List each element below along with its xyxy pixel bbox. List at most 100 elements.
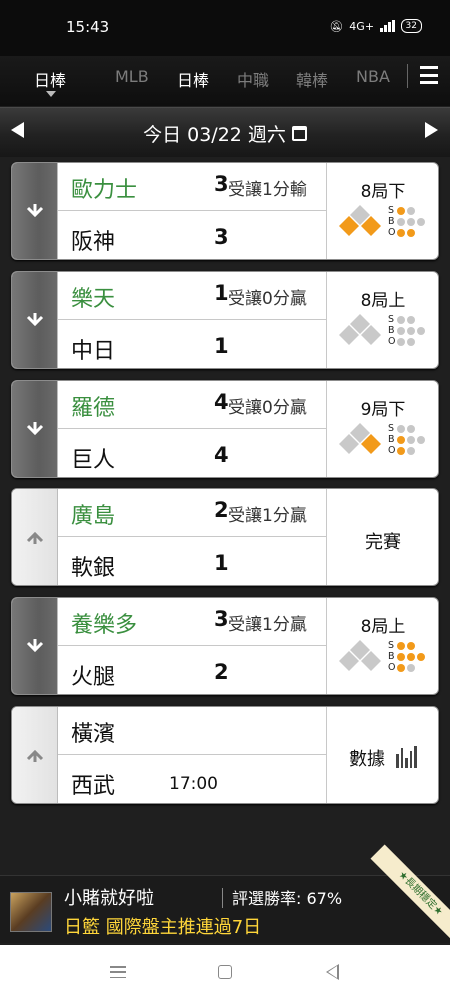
s-count-row: S <box>388 205 427 216</box>
back-icon[interactable] <box>326 964 339 980</box>
recent-apps-icon[interactable] <box>110 966 126 978</box>
o-dot <box>397 337 405 346</box>
o-dot <box>407 446 415 455</box>
tab-cpbl[interactable]: 中職 <box>237 67 269 91</box>
bases-diamond <box>339 205 381 236</box>
o-label: O <box>388 662 396 673</box>
chevron-down-icon <box>26 422 44 436</box>
game-card[interactable]: 樂天 中日 1 1 受讓0分贏 8局上 S B O <box>11 271 439 369</box>
s-dot <box>407 424 415 433</box>
game-card[interactable]: 養樂多 火腿 3 2 受讓1分贏 8局上 S B O <box>11 597 439 695</box>
chevron-up-icon <box>26 749 44 762</box>
date-label-wrap[interactable]: 今日 03/22 週六 <box>0 120 450 147</box>
b-count-row: B <box>388 651 427 662</box>
b-dot <box>417 435 425 444</box>
o-dot <box>407 663 415 672</box>
calendar-icon[interactable] <box>291 126 307 141</box>
expand-toggle[interactable] <box>12 489 58 585</box>
away-team-name: 樂天 <box>71 287 116 312</box>
inning-status: 9局下 <box>360 400 406 420</box>
expand-toggle[interactable] <box>12 272 58 368</box>
s-label: S <box>388 640 395 651</box>
s-count-row: S <box>388 423 427 434</box>
promo-tip: 日籃 國際盤主推連過7日 <box>64 917 262 938</box>
game-status: 完賽 <box>365 532 401 553</box>
b-label: B <box>388 434 395 445</box>
b-dot <box>417 217 425 226</box>
date-label: 今日 03/22 週六 <box>143 124 286 146</box>
tab-mlb[interactable]: MLB <box>115 67 149 86</box>
chevron-down-icon <box>26 313 44 327</box>
column-divider <box>326 381 327 477</box>
away-score: 1 <box>214 281 229 305</box>
clock: 15:43 <box>66 18 110 36</box>
away-score: 4 <box>214 390 229 414</box>
expand-toggle[interactable] <box>12 381 58 477</box>
menu-icon[interactable] <box>420 66 438 84</box>
handicap-result: 受讓0分贏 <box>228 289 307 309</box>
home-score: 1 <box>214 551 229 575</box>
o-dot <box>407 337 415 346</box>
handicap-result: 受讓0分贏 <box>228 398 307 418</box>
home-score: 4 <box>214 443 229 467</box>
home-team-name: 軟銀 <box>71 556 116 581</box>
game-card[interactable]: 羅德 巨人 4 4 受讓0分贏 9局下 S B O <box>11 380 439 478</box>
away-score: 3 <box>214 607 229 631</box>
handicap-result: 受讓1分輸 <box>228 180 307 200</box>
s-label: S <box>388 205 395 216</box>
home-score: 3 <box>214 225 229 249</box>
home-team-name: 西武 <box>71 774 116 799</box>
home-team-name: 阪神 <box>71 230 116 255</box>
bases-diamond <box>339 423 381 454</box>
expand-toggle[interactable] <box>12 707 58 803</box>
count-indicator: SBO <box>388 205 427 238</box>
date-bar: 今日 03/22 週六 <box>0 107 450 157</box>
s-dot <box>407 641 415 650</box>
tab-kbo[interactable]: 韓棒 <box>296 67 328 91</box>
b-count-row: B <box>388 434 427 445</box>
bar-chart-icon[interactable] <box>396 746 417 768</box>
b-dot <box>397 217 405 226</box>
s-dot <box>397 424 405 433</box>
b-label: B <box>388 651 395 662</box>
s-label: S <box>388 423 395 434</box>
b-dot <box>407 326 415 335</box>
promo-divider <box>222 888 223 908</box>
o-dot <box>407 228 415 237</box>
o-dot <box>397 228 405 237</box>
game-card[interactable]: 歐力士 阪神 3 3 受讓1分輸 8局下 S B O <box>11 162 439 260</box>
away-score: 3 <box>214 172 229 196</box>
long-term-stable-ribbon: ★長期穩定★ <box>370 844 450 944</box>
home-score: 1 <box>214 334 229 358</box>
s-dot <box>407 315 415 324</box>
inning-status: 8局上 <box>360 617 406 637</box>
row-divider <box>58 754 326 755</box>
row-divider <box>58 536 326 537</box>
system-nav-bar <box>0 945 450 1000</box>
network-label: 4G+ <box>349 19 375 33</box>
dropdown-indicator-icon <box>46 91 56 97</box>
signal-icon <box>380 20 395 32</box>
game-card[interactable]: 廣島 軟銀 2 1 受讓1分贏 完賽 <box>11 488 439 586</box>
promo-banner[interactable]: 小賭就好啦 評選勝率: 67% 日籃 國際盤主推連過7日 ★長期穩定★ <box>0 844 450 944</box>
tab-npb-selector[interactable]: 日棒 <box>34 67 66 91</box>
stats-button[interactable]: 數據 <box>349 745 385 771</box>
o-label: O <box>388 227 396 238</box>
row-divider <box>58 210 326 211</box>
tipster-avatar <box>10 892 52 932</box>
next-day-button[interactable] <box>425 122 438 138</box>
bases-diamond <box>339 314 381 345</box>
expand-toggle[interactable] <box>12 598 58 694</box>
expand-toggle[interactable] <box>12 163 58 259</box>
tab-nba[interactable]: NBA <box>356 67 390 86</box>
inning-status: 8局上 <box>360 291 406 311</box>
home-icon[interactable] <box>218 965 232 979</box>
b-dot <box>397 435 405 444</box>
away-score: 2 <box>214 498 229 522</box>
row-divider <box>58 319 326 320</box>
away-team-name: 橫濱 <box>71 722 116 747</box>
mute-icon: 🔕︎ <box>329 19 344 33</box>
b-dot <box>397 326 405 335</box>
tab-npb[interactable]: 日棒 <box>177 67 209 91</box>
game-card[interactable]: 橫濱 西武 17:00 數據 <box>11 706 439 804</box>
